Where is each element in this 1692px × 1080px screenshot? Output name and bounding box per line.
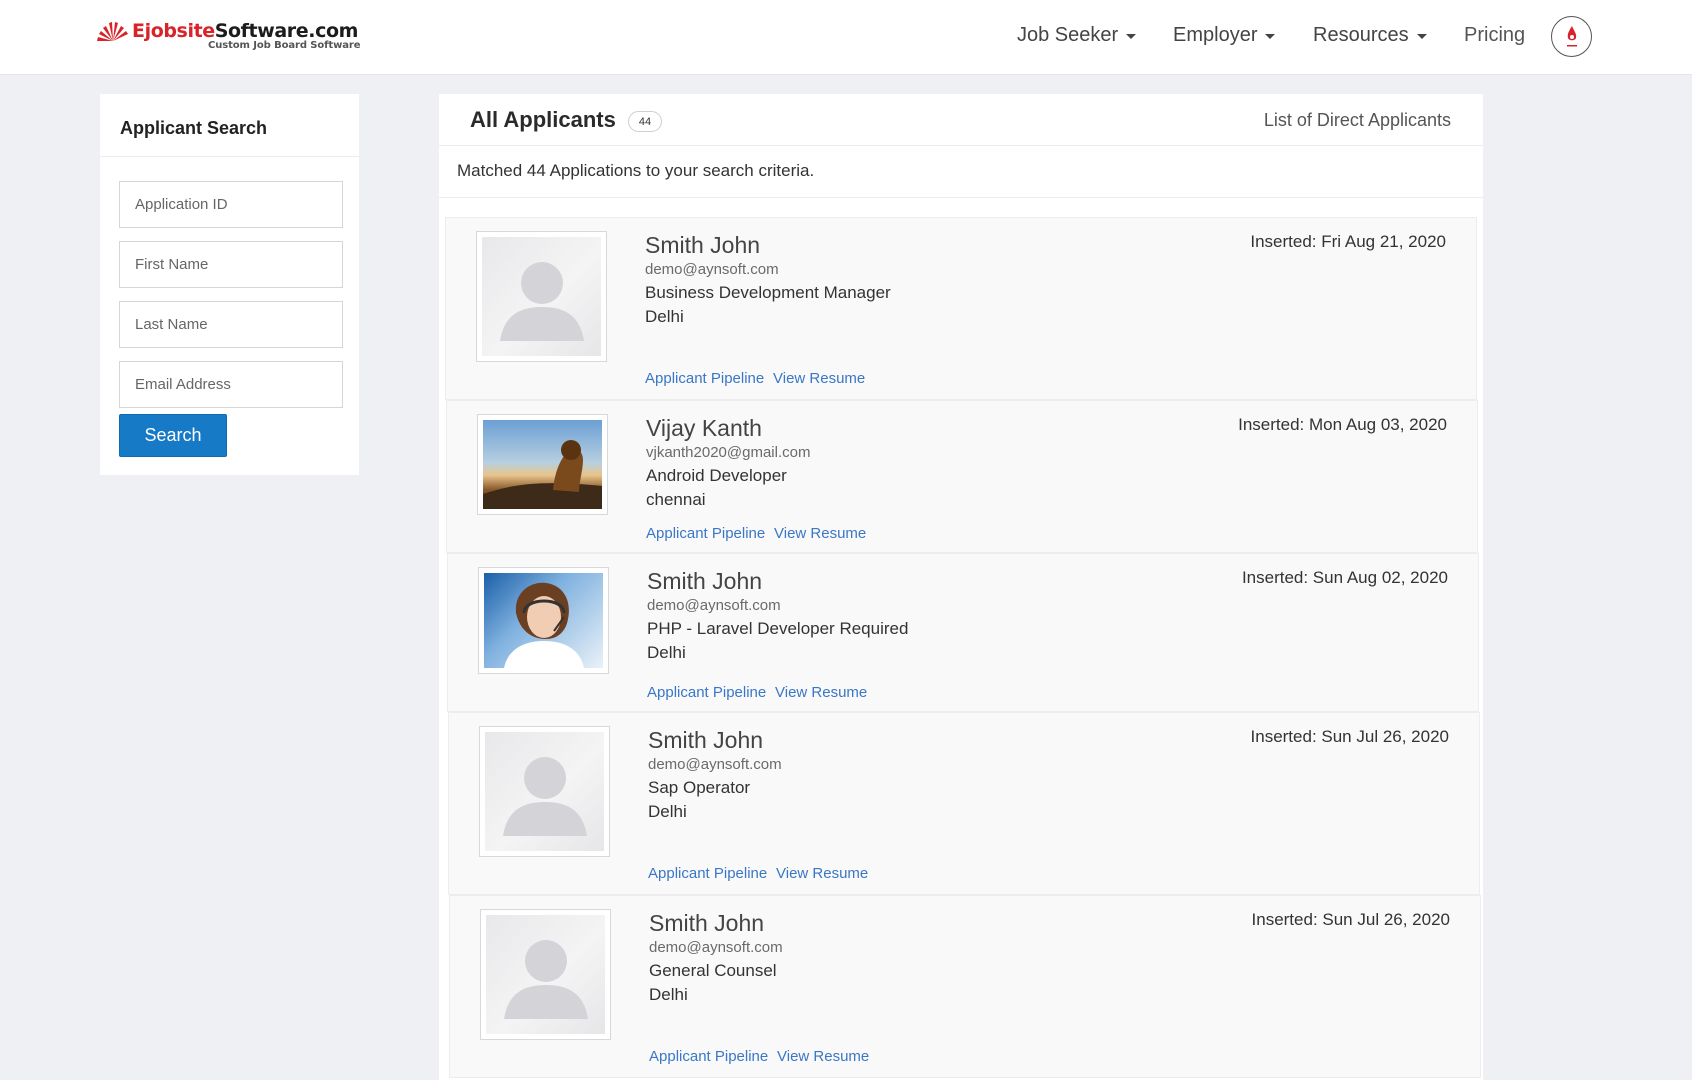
applicant-email: demo@aynsoft.com [645, 261, 779, 278]
applicant-job-title: PHP - Laravel Developer Required [647, 619, 909, 638]
inserted-date: Inserted: Sun Jul 26, 2020 [1250, 727, 1449, 746]
applicant-email: demo@aynsoft.com [649, 939, 783, 956]
applicant-search-panel: Applicant Search Search [100, 94, 359, 475]
email-address-input[interactable] [119, 361, 343, 408]
application-id-input[interactable] [119, 181, 343, 228]
inserted-date: Inserted: Fri Aug 21, 2020 [1250, 232, 1446, 251]
nav-employer[interactable]: Employer [1173, 22, 1276, 48]
sunburst-logo-icon [97, 22, 128, 41]
brand-tagline: Custom Job Board Software [208, 40, 361, 51]
applicant-pipeline-link[interactable]: Applicant Pipeline [647, 684, 766, 701]
applicant-photo[interactable] [480, 909, 611, 1040]
applicant-name[interactable]: Smith John [645, 232, 760, 259]
generic-avatar-icon [482, 237, 601, 356]
applicant-job-title: Business Development Manager [645, 283, 891, 302]
lion-photo-icon [483, 420, 602, 509]
applicant-card: Vijay Kanth vjkanth2020@gmail.com Androi… [446, 400, 1478, 553]
caret-down-icon [1265, 33, 1276, 39]
applicant-pipeline-link[interactable]: Applicant Pipeline [648, 865, 767, 882]
nav-pricing-label: Pricing [1464, 23, 1526, 46]
applicant-photo[interactable] [476, 231, 607, 362]
applicant-card: Smith John demo@aynsoft.com Business Dev… [445, 217, 1477, 400]
applicant-city: Delhi [645, 307, 684, 326]
applicant-card: Smith John demo@aynsoft.com Sap Operator… [448, 712, 1480, 895]
top-header: EjobsiteSoftware.com Custom Job Board So… [0, 0, 1692, 75]
applicant-email: vjkanth2020@gmail.com [646, 444, 811, 461]
matched-results-text: Matched 44 Applications to your search c… [457, 161, 815, 180]
applicant-pipeline-link[interactable]: Applicant Pipeline [649, 1048, 768, 1065]
nav-resources-label: Resources [1313, 23, 1409, 46]
view-resume-link[interactable]: View Resume [776, 865, 868, 882]
sidebar-divider [100, 156, 359, 157]
brand-name-part1: Ejobsite [132, 20, 215, 42]
applicant-count-badge: 44 [628, 111, 662, 132]
applicant-photo[interactable] [478, 567, 609, 674]
view-resume-link[interactable]: View Resume [777, 1048, 869, 1065]
person-silhouette-icon [500, 262, 584, 341]
nav-job-seeker-label: Job Seeker [1017, 23, 1119, 46]
nav-resources[interactable]: Resources [1313, 22, 1427, 48]
view-resume-link[interactable]: View Resume [775, 684, 867, 701]
applicant-pipeline-link[interactable]: Applicant Pipeline [645, 370, 764, 387]
user-avatar-icon [1566, 25, 1577, 46]
applicant-pipeline-link[interactable]: Applicant Pipeline [646, 525, 765, 542]
list-subtitle: List of Direct Applicants [1263, 110, 1451, 130]
generic-avatar-icon [485, 732, 604, 851]
page-title: All Applicants [470, 107, 616, 132]
caret-down-icon [1126, 33, 1137, 39]
applicant-city: Delhi [648, 802, 687, 821]
first-name-input[interactable] [119, 241, 343, 288]
applicant-photo[interactable] [479, 726, 610, 857]
inserted-date: Inserted: Sun Jul 26, 2020 [1251, 910, 1450, 929]
applicant-job-title: General Counsel [649, 961, 777, 980]
lion-on-rock-icon [483, 440, 602, 509]
brand-name: EjobsiteSoftware.com [132, 20, 358, 42]
search-button[interactable]: Search [119, 414, 227, 457]
brand-logo[interactable]: EjobsiteSoftware.com Custom Job Board So… [96, 18, 361, 58]
woman-headset-photo-icon [484, 573, 603, 668]
person-silhouette-icon [504, 940, 588, 1019]
inserted-date: Inserted: Mon Aug 03, 2020 [1238, 415, 1447, 434]
applicant-name[interactable]: Smith John [649, 910, 764, 937]
applicant-city: Delhi [647, 643, 686, 662]
header-divider [439, 145, 1483, 146]
applicant-name[interactable]: Smith John [647, 568, 762, 595]
nav-job-seeker[interactable]: Job Seeker [1017, 22, 1137, 48]
all-applicants-panel: All Applicants 44 List of Direct Applica… [439, 94, 1483, 1080]
view-resume-link[interactable]: View Resume [773, 370, 865, 387]
nav-pricing[interactable]: Pricing [1464, 22, 1525, 48]
applicant-card: Smith John demo@aynsoft.com General Coun… [449, 895, 1481, 1078]
brand-name-part2: Software.com [214, 20, 359, 42]
applicant-email: demo@aynsoft.com [647, 597, 781, 614]
nav-employer-label: Employer [1173, 23, 1258, 46]
person-silhouette-icon [503, 757, 587, 836]
applicant-city: chennai [646, 490, 706, 509]
applicant-job-title: Sap Operator [648, 778, 751, 797]
user-avatar-button[interactable] [1551, 16, 1592, 57]
applicant-card: Smith John demo@aynsoft.com PHP - Larave… [447, 553, 1479, 712]
applicant-city: Delhi [649, 985, 688, 1004]
last-name-input[interactable] [119, 301, 343, 348]
applicant-job-title: Android Developer [646, 466, 787, 485]
view-resume-link[interactable]: View Resume [774, 525, 866, 542]
applicant-photo[interactable] [477, 414, 608, 515]
person-with-headset-icon [504, 582, 584, 668]
applicant-name[interactable]: Smith John [648, 727, 763, 754]
results-divider [439, 197, 1483, 198]
inserted-date: Inserted: Sun Aug 02, 2020 [1241, 568, 1448, 587]
generic-avatar-icon [486, 915, 605, 1034]
caret-down-icon [1416, 33, 1427, 39]
applicant-search-title: Applicant Search [120, 118, 268, 138]
applicant-name[interactable]: Vijay Kanth [646, 415, 762, 442]
applicant-email: demo@aynsoft.com [648, 756, 782, 773]
